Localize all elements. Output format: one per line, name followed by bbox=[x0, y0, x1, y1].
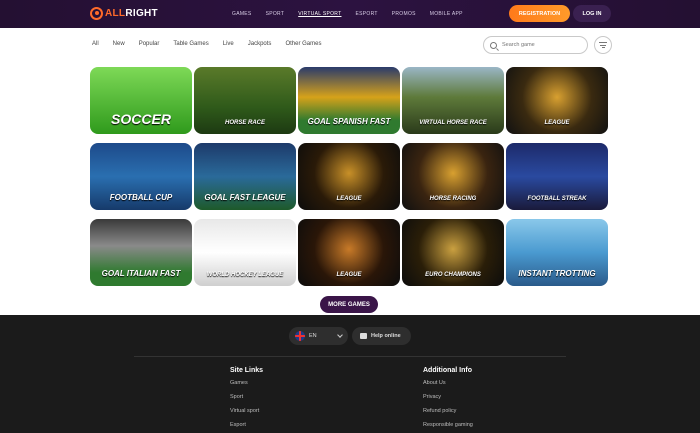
footer-link-refund-policy[interactable]: Refund policy bbox=[423, 408, 473, 414]
more-games-button[interactable]: MORE GAMES bbox=[320, 296, 378, 313]
nav-item-virtual-sport[interactable]: VIRTUAL SPORT bbox=[298, 11, 341, 17]
category-filters: All New Popular Table Games Live Jackpots Othe… bbox=[92, 41, 321, 47]
additional-info-title: Additional Info bbox=[423, 367, 472, 374]
site-links-column: Site Links Games Sport Virtual sport Esport bbox=[230, 367, 263, 433]
logo-icon bbox=[90, 7, 103, 20]
footer-link-responsible-gaming[interactable]: Responsible gaming bbox=[423, 422, 473, 428]
help-online-label: Help online bbox=[371, 333, 401, 339]
filter-jackpots[interactable]: Jackpots bbox=[248, 41, 272, 47]
game-title: SOCCER bbox=[111, 111, 171, 127]
uk-flag-icon bbox=[295, 331, 305, 341]
game-tile[interactable]: GOAL FAST LEAGUE bbox=[194, 143, 296, 210]
game-tile[interactable]: GOAL ITALIAN FAST bbox=[90, 219, 192, 286]
footer-link-esport[interactable]: Esport bbox=[230, 422, 263, 428]
game-title: GOAL FAST LEAGUE bbox=[204, 193, 286, 202]
filter-other-games[interactable]: Other Games bbox=[285, 41, 321, 47]
game-tile[interactable]: WORLD HOCKEY LEAGUE bbox=[194, 219, 296, 286]
nav-item-esport[interactable]: ESPORT bbox=[355, 11, 377, 17]
chevron-down-icon bbox=[337, 332, 343, 338]
site-links-title: Site Links bbox=[230, 367, 264, 374]
additional-info-column: Additional Info About Us Privacy Refund po… bbox=[423, 367, 473, 433]
footer: EN Help online Site Links Games Sport Virt… bbox=[0, 315, 700, 433]
game-title: FOOTBALL CUP bbox=[109, 193, 173, 202]
game-title: INSTANT TROTTING bbox=[518, 269, 596, 278]
filter-all[interactable]: All bbox=[92, 41, 99, 47]
game-title: EURO CHAMPIONS bbox=[425, 272, 481, 278]
game-title: GOAL ITALIAN FAST bbox=[101, 269, 181, 278]
game-title: FOOTBALL STREAK bbox=[527, 196, 587, 202]
game-title: GOAL SPANISH FAST bbox=[307, 117, 391, 126]
search-box[interactable] bbox=[483, 36, 588, 54]
filter-options-button[interactable] bbox=[594, 36, 612, 54]
nav-item-promos[interactable]: PROMOS bbox=[392, 11, 416, 17]
game-tile[interactable]: LEAGUE bbox=[506, 67, 608, 134]
game-title: WORLD HOCKEY LEAGUE bbox=[206, 272, 284, 278]
game-tile[interactable]: LEAGUE bbox=[298, 219, 400, 286]
game-tile[interactable]: FOOTBALL STREAK bbox=[506, 143, 608, 210]
language-selector[interactable]: EN bbox=[289, 327, 348, 345]
chat-icon bbox=[360, 333, 367, 339]
filter-new[interactable]: New bbox=[113, 41, 125, 47]
game-title: HORSE RACING bbox=[429, 196, 477, 202]
search-icon bbox=[490, 41, 497, 49]
game-tile[interactable]: SOCCER bbox=[90, 67, 192, 134]
game-grid: SOCCER HORSE RACE GOAL SPANISH FAST VIRTUAL… bbox=[90, 67, 608, 286]
filter-popular[interactable]: Popular bbox=[139, 41, 160, 47]
game-title: LEAGUE bbox=[544, 120, 570, 126]
filter-table-games[interactable]: Table Games bbox=[173, 41, 208, 47]
footer-link-about-us[interactable]: About Us bbox=[423, 380, 473, 386]
help-online-button[interactable]: Help online bbox=[352, 327, 411, 345]
search-input[interactable] bbox=[502, 42, 582, 48]
game-tile[interactable]: EURO CHAMPIONS bbox=[402, 219, 504, 286]
login-button[interactable]: LOG IN bbox=[573, 5, 611, 22]
game-tile[interactable]: INSTANT TROTTING bbox=[506, 219, 608, 286]
filter-icon-line bbox=[599, 42, 607, 43]
game-title: LEAGUE bbox=[336, 272, 362, 278]
nav-item-mobile-app[interactable]: MOBILE APP bbox=[430, 11, 463, 17]
top-header: ALLRIGHT GAMES SPORT VIRTUAL SPORT ESPORT PR… bbox=[0, 0, 700, 28]
logo[interactable]: ALLRIGHT bbox=[90, 7, 158, 20]
footer-divider bbox=[134, 356, 566, 357]
logo-text: ALLRIGHT bbox=[105, 8, 158, 19]
game-tile[interactable]: HORSE RACING bbox=[402, 143, 504, 210]
game-tile[interactable]: FOOTBALL CUP bbox=[90, 143, 192, 210]
footer-link-virtual-sport[interactable]: Virtual sport bbox=[230, 408, 263, 414]
game-tile[interactable]: VIRTUAL HORSE RACE bbox=[402, 67, 504, 134]
footer-link-privacy[interactable]: Privacy bbox=[423, 394, 473, 400]
game-title: VIRTUAL HORSE RACE bbox=[419, 120, 487, 126]
language-label: EN bbox=[309, 333, 317, 339]
nav-item-sport[interactable]: SPORT bbox=[266, 11, 285, 17]
game-tile[interactable]: LEAGUE bbox=[298, 143, 400, 210]
filter-live[interactable]: Live bbox=[223, 41, 234, 47]
registration-button[interactable]: REGISTRATION bbox=[509, 5, 570, 22]
nav-item-games[interactable]: GAMES bbox=[232, 11, 252, 17]
footer-link-sport[interactable]: Sport bbox=[230, 394, 263, 400]
game-tile[interactable]: HORSE RACE bbox=[194, 67, 296, 134]
game-tile[interactable]: GOAL SPANISH FAST bbox=[298, 67, 400, 134]
main-nav: GAMES SPORT VIRTUAL SPORT ESPORT PROMOS MOBIL… bbox=[232, 11, 463, 17]
game-title: LEAGUE bbox=[336, 196, 362, 202]
game-title: HORSE RACE bbox=[224, 120, 265, 126]
filter-icon-line bbox=[600, 44, 606, 46]
filter-icon-line bbox=[601, 47, 605, 48]
footer-link-games[interactable]: Games bbox=[230, 380, 263, 386]
